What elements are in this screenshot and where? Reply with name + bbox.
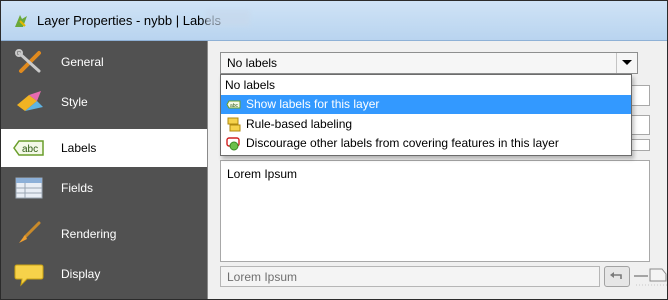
layer-properties-window: Layer Properties - nybb | Labels General…	[0, 0, 668, 300]
option-label: Show labels for this layer	[246, 97, 380, 111]
undo-icon	[610, 272, 622, 279]
svg-text:abc: abc	[230, 103, 239, 109]
preview-text: Lorem Ipsum	[227, 167, 298, 181]
option-show-labels[interactable]: abc Show labels for this layer	[221, 95, 631, 114]
abc-label-icon: abc	[13, 140, 44, 156]
sidebar-item-general[interactable]: General	[1, 43, 207, 81]
sidebar: General Style abc Labels Fields Renderin…	[1, 41, 208, 299]
sidebar-item-label: Display	[61, 267, 101, 281]
label-mode-value: No labels	[227, 56, 278, 70]
zoom-slider[interactable]	[634, 266, 668, 287]
sidebar-item-label: Style	[61, 95, 88, 109]
blocking-icon	[226, 137, 240, 151]
option-rule-based[interactable]: Rule-based labeling	[221, 115, 631, 134]
sample-text-placeholder: Lorem Ipsum	[227, 270, 298, 284]
combo-arrow[interactable]	[616, 53, 637, 73]
sample-text-input[interactable]: Lorem Ipsum	[220, 266, 600, 287]
sidebar-item-fields[interactable]: Fields	[1, 169, 207, 207]
brush-icon	[19, 221, 41, 243]
label-mode-combo[interactable]: No labels	[220, 52, 638, 74]
sidebar-item-label: Rendering	[61, 227, 117, 241]
option-label: Rule-based labeling	[246, 117, 353, 131]
sidebar-item-label: Fields	[61, 181, 94, 195]
window-title: Layer Properties - nybb | Labels	[37, 13, 222, 28]
sidebar-item-labels[interactable]: abc Labels	[1, 129, 207, 167]
option-discourage-labels[interactable]: Discourage other labels from covering fe…	[221, 134, 631, 153]
sidebar-item-label: General	[61, 55, 104, 69]
tools-icon	[15, 49, 41, 73]
label-mode-dropdown: No labels abc Show labels for this layer…	[220, 74, 632, 156]
option-label: Discourage other labels from covering fe…	[246, 136, 559, 150]
sidebar-item-style[interactable]: Style	[1, 83, 207, 121]
sidebar-item-rendering[interactable]: Rendering	[1, 215, 207, 253]
sidebar-item-display[interactable]: Display	[1, 255, 207, 293]
rule-labels-icon	[227, 117, 241, 132]
title-blur	[206, 10, 250, 26]
speech-bubble-icon	[14, 264, 44, 287]
table-icon	[15, 177, 43, 199]
title-bar: Layer Properties - nybb | Labels	[1, 1, 667, 41]
chevron-down-icon	[622, 60, 632, 65]
preview-box: Lorem Ipsum	[220, 160, 650, 262]
abc-label-icon: abc	[226, 100, 241, 109]
option-label: No labels	[225, 78, 276, 92]
sidebar-item-label: Labels	[61, 141, 97, 155]
svg-text:abc: abc	[22, 144, 38, 155]
option-no-labels[interactable]: No labels	[221, 76, 631, 95]
paint-icon	[17, 91, 43, 111]
qgis-logo-icon	[15, 15, 27, 27]
reset-button[interactable]	[604, 266, 630, 287]
